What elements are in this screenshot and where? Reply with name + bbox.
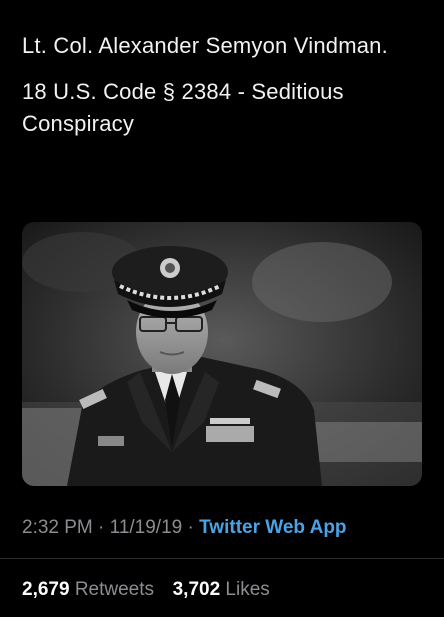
likes-count: 3,702: [172, 579, 221, 600]
likes-label: Likes: [225, 579, 270, 600]
tweet-date[interactable]: 11/19/19: [110, 517, 183, 538]
source-app-link[interactable]: Twitter Web App: [199, 517, 346, 538]
officer-portrait-image: [22, 222, 422, 486]
divider: [0, 558, 444, 559]
retweets-count: 2,679: [22, 579, 70, 600]
retweets-label: Retweets: [74, 579, 155, 600]
likes-stat[interactable]: 3,702 Likes: [173, 579, 270, 600]
tweet-stats: 2,679 Retweets 3,702 Likes: [22, 579, 270, 601]
tweet-meta: 2:32 PM · 11/19/19 · Twitter Web App: [22, 517, 347, 539]
retweets-stat[interactable]: 2,679 Retweets: [22, 579, 159, 600]
tweet-time[interactable]: 2:32 PM: [22, 517, 93, 538]
tweet-text-line-1: Lt. Col. Alexander Semyon Vindman.: [22, 33, 388, 58]
meta-separator: ·: [187, 517, 194, 538]
meta-separator: ·: [98, 517, 105, 538]
tweet-text: Lt. Col. Alexander Semyon Vindman. 18 U.…: [22, 30, 422, 140]
tweet-photo[interactable]: [22, 222, 422, 486]
tweet-text-line-2: 18 U.S. Code § 2384 - Seditious Conspira…: [22, 79, 344, 136]
